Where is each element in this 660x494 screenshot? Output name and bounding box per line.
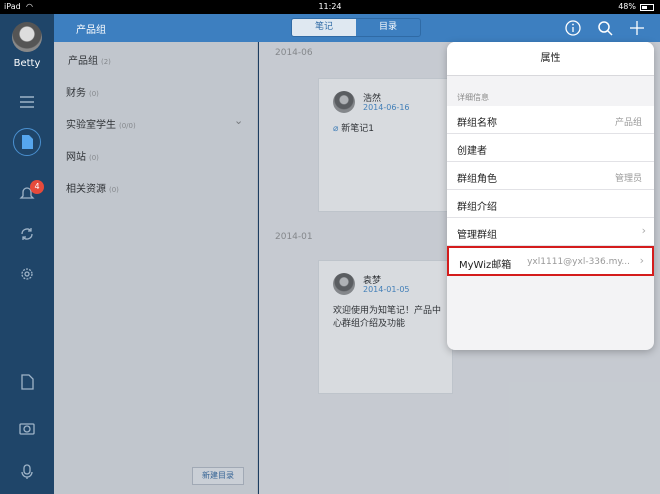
new-document-icon[interactable]	[13, 368, 41, 396]
row-label: 群组名称	[457, 118, 497, 129]
microphone-icon[interactable]	[13, 458, 41, 486]
properties-popover: 属性 详细信息 群组名称 产品组 创建者 群组角色 管理员 群组介绍 管理群组 …	[447, 42, 654, 350]
row-label: 群组角色	[457, 174, 497, 185]
tab-catalog[interactable]: 目录	[356, 19, 420, 36]
group-title: 产品组	[76, 25, 106, 36]
view-switcher: 笔记 目录	[291, 18, 421, 37]
clock: 11:24	[318, 2, 342, 11]
row-value: 管理员	[614, 174, 642, 184]
row-label: MyWiz邮箱	[459, 260, 512, 271]
notes-icon[interactable]	[13, 128, 41, 156]
popover-title: 属性	[447, 42, 654, 76]
search-icon[interactable]	[596, 19, 614, 37]
avatar[interactable]	[12, 22, 42, 52]
left-rail: Betty 4	[0, 14, 54, 494]
row-label: 群组介绍	[457, 202, 497, 213]
row-group-intro[interactable]: 群组介绍	[447, 190, 654, 218]
add-icon[interactable]	[628, 19, 646, 37]
tab-notes[interactable]: 笔记	[292, 19, 356, 36]
notification-badge: 4	[30, 180, 44, 194]
user-name: Betty	[13, 58, 41, 69]
chevron-right-icon: ›	[641, 224, 646, 237]
menu-icon[interactable]	[13, 88, 41, 116]
battery-icon	[640, 4, 654, 11]
row-manage-group[interactable]: 管理群组 ›	[447, 218, 654, 246]
chevron-right-icon: ›	[639, 254, 644, 267]
row-group-name[interactable]: 群组名称 产品组	[447, 106, 654, 134]
row-label: 创建者	[457, 146, 487, 157]
section-label: 详细信息	[457, 93, 489, 102]
row-label: 管理群组	[457, 230, 497, 241]
status-bar: iPad ◠ 11:24 48%	[0, 0, 660, 14]
top-bar: 产品组 笔记 目录	[54, 14, 660, 42]
camera-icon[interactable]	[13, 414, 41, 442]
row-creator[interactable]: 创建者	[447, 134, 654, 162]
gear-icon[interactable]	[13, 260, 41, 288]
row-value: 产品组	[614, 118, 642, 128]
info-icon[interactable]	[564, 19, 582, 37]
battery-percent: 48%	[618, 2, 636, 11]
row-group-role[interactable]: 群组角色 管理员	[447, 162, 654, 190]
row-value: yxl1111@yxl-336.my...	[527, 257, 630, 267]
sync-icon[interactable]	[13, 220, 41, 248]
row-mywiz-email[interactable]: MyWiz邮箱 yxl1111@yxl-336.my... ›	[447, 246, 654, 276]
